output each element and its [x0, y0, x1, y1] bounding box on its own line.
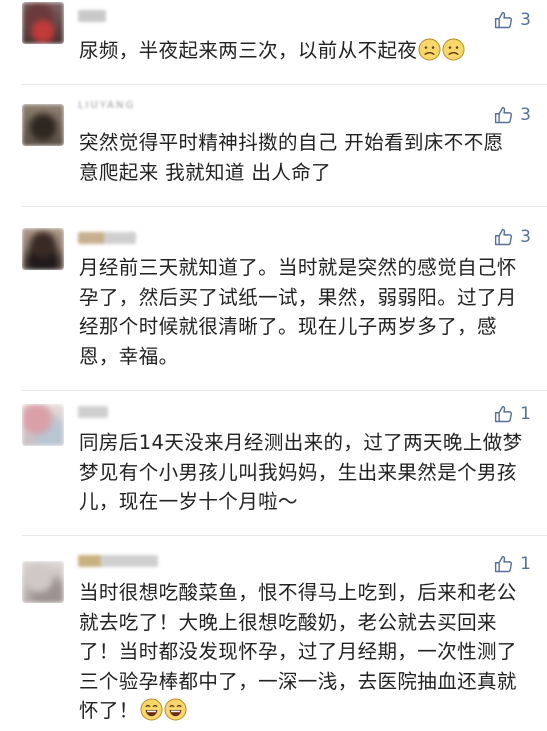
grinning-face-emoji — [140, 698, 163, 721]
comment-text: 尿频，半夜起来两三次，以前从不起夜 — [79, 36, 523, 66]
divider — [22, 206, 547, 207]
comment-text: 突然觉得平时精神抖擞的自己 开始看到床不不愿意爬起来 我就知道 出人命了 — [79, 131, 504, 184]
worried-face-emoji — [442, 38, 465, 61]
thumbs-up-icon — [495, 11, 513, 28]
author-name[interactable]: LIUYANG — [78, 100, 135, 111]
author-name[interactable] — [78, 406, 108, 418]
avatar[interactable] — [22, 228, 64, 270]
like-count: 1 — [520, 554, 531, 574]
thumbs-up-icon — [495, 405, 513, 422]
comment-body: 尿频，半夜起来两三次，以前从不起夜 — [79, 39, 418, 62]
comment-text: 当时很想吃酸菜鱼，恨不得马上吃到，后来和老公就去吃了！大晚上很想吃酸奶，老公就去… — [79, 578, 523, 726]
author-name[interactable] — [78, 232, 136, 244]
avatar[interactable] — [22, 104, 64, 146]
comment-text: 同房后14天没来月经测出来的，过了两天晚上做梦梦见有个小男孩儿叫我妈妈，生出来果… — [79, 431, 523, 513]
comment-feed: 3 尿频，半夜起来两三次，以前从不起夜 LIUYANG 3 突然觉得平时精神抖擞… — [0, 0, 547, 731]
divider — [22, 535, 547, 536]
like-button[interactable]: 3 — [493, 104, 531, 126]
comment-text: 月经前三天就知道了。当时就是突然的感觉自己怀孕了，然后买了试纸一试，果然，弱弱阳… — [79, 256, 517, 368]
like-button[interactable]: 1 — [493, 553, 531, 575]
like-button[interactable]: 1 — [493, 403, 531, 425]
like-count: 3 — [520, 105, 531, 125]
thumbs-up-icon — [495, 228, 513, 245]
divider — [22, 84, 547, 85]
worried-face-emoji — [418, 38, 441, 61]
grinning-face-emoji — [164, 698, 187, 721]
thumbs-up-icon — [495, 555, 513, 572]
avatar[interactable] — [22, 404, 64, 446]
like-count: 3 — [520, 227, 531, 247]
thumbs-up-icon — [495, 106, 513, 123]
like-count: 3 — [520, 10, 531, 30]
like-count: 1 — [520, 404, 531, 424]
avatar[interactable] — [22, 561, 64, 603]
like-button[interactable]: 3 — [493, 226, 531, 248]
divider — [22, 390, 547, 391]
avatar[interactable] — [22, 2, 64, 44]
author-name[interactable] — [78, 555, 158, 567]
author-name[interactable] — [78, 10, 106, 22]
like-button[interactable]: 3 — [493, 9, 531, 31]
